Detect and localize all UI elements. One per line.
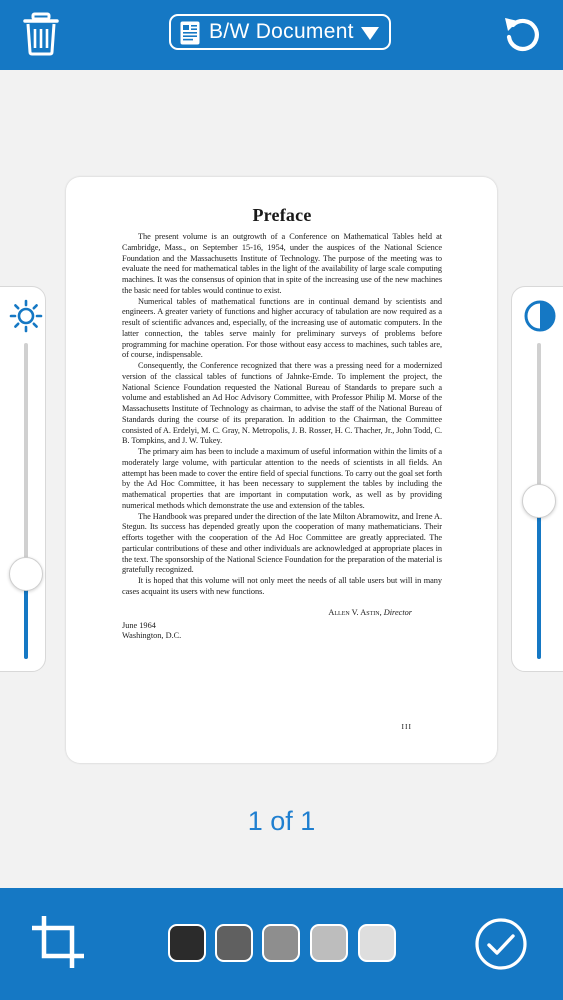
document-paragraph: Consequently, the Conference recognized … <box>122 361 442 446</box>
scan-mode-label: B/W Document <box>209 20 354 43</box>
contrast-slider-panel <box>511 286 563 672</box>
brightness-slider-thumb[interactable] <box>9 556 43 591</box>
document-paragraph: The Handbook was prepared under the dire… <box>122 511 442 575</box>
document-paragraph: The primary aim has been to include a ma… <box>122 447 442 510</box>
filter-swatch-lightest[interactable] <box>358 924 396 962</box>
document-icon <box>180 21 200 45</box>
filter-swatch-dark[interactable] <box>215 924 253 962</box>
signature-name: Allen V. Astin, <box>328 607 382 617</box>
document-paragraph: It is hoped that this volume will not on… <box>122 576 442 596</box>
document-dateline: June 1964 Washington, D.C. <box>122 621 442 642</box>
contrast-slider-thumb[interactable] <box>522 484 556 518</box>
brightness-slider-panel <box>0 286 46 672</box>
top-toolbar: B/W Document <box>0 0 563 70</box>
delete-button[interactable] <box>22 12 60 56</box>
caret-down-icon <box>361 27 379 40</box>
document-paragraph: The present volume is an outgrowth of a … <box>122 232 442 295</box>
document-preview[interactable]: Preface The present volume is an outgrow… <box>66 177 497 763</box>
trash-icon <box>23 12 59 56</box>
crop-button[interactable] <box>30 914 86 970</box>
document-page-number: III <box>401 722 412 731</box>
bottom-toolbar <box>0 888 563 1000</box>
signature-title: Director <box>383 607 412 617</box>
document-place: Washington, D.C. <box>122 631 182 640</box>
document-paragraph: Numerical tables of mathematical functio… <box>122 296 442 360</box>
filter-swatch-medium[interactable] <box>262 924 300 962</box>
filter-swatch-light[interactable] <box>310 924 348 962</box>
done-button[interactable] <box>475 918 527 970</box>
undo-icon <box>505 18 539 52</box>
contrast-icon <box>524 300 556 332</box>
document-content: Preface The present volume is an outgrow… <box>122 205 442 745</box>
undo-button[interactable] <box>501 14 543 56</box>
document-date: June 1964 <box>122 620 156 630</box>
scan-mode-dropdown[interactable]: B/W Document <box>169 14 391 50</box>
sun-icon <box>9 299 43 333</box>
contrast-track-fill <box>537 501 541 659</box>
filter-swatch-darkest[interactable] <box>168 924 206 962</box>
page-counter: 1 of 1 <box>247 806 316 836</box>
crop-icon <box>32 916 84 968</box>
document-signature: Allen V. Astin, Director <box>122 608 442 617</box>
document-title: Preface <box>252 205 312 225</box>
checkmark-icon <box>475 918 527 970</box>
